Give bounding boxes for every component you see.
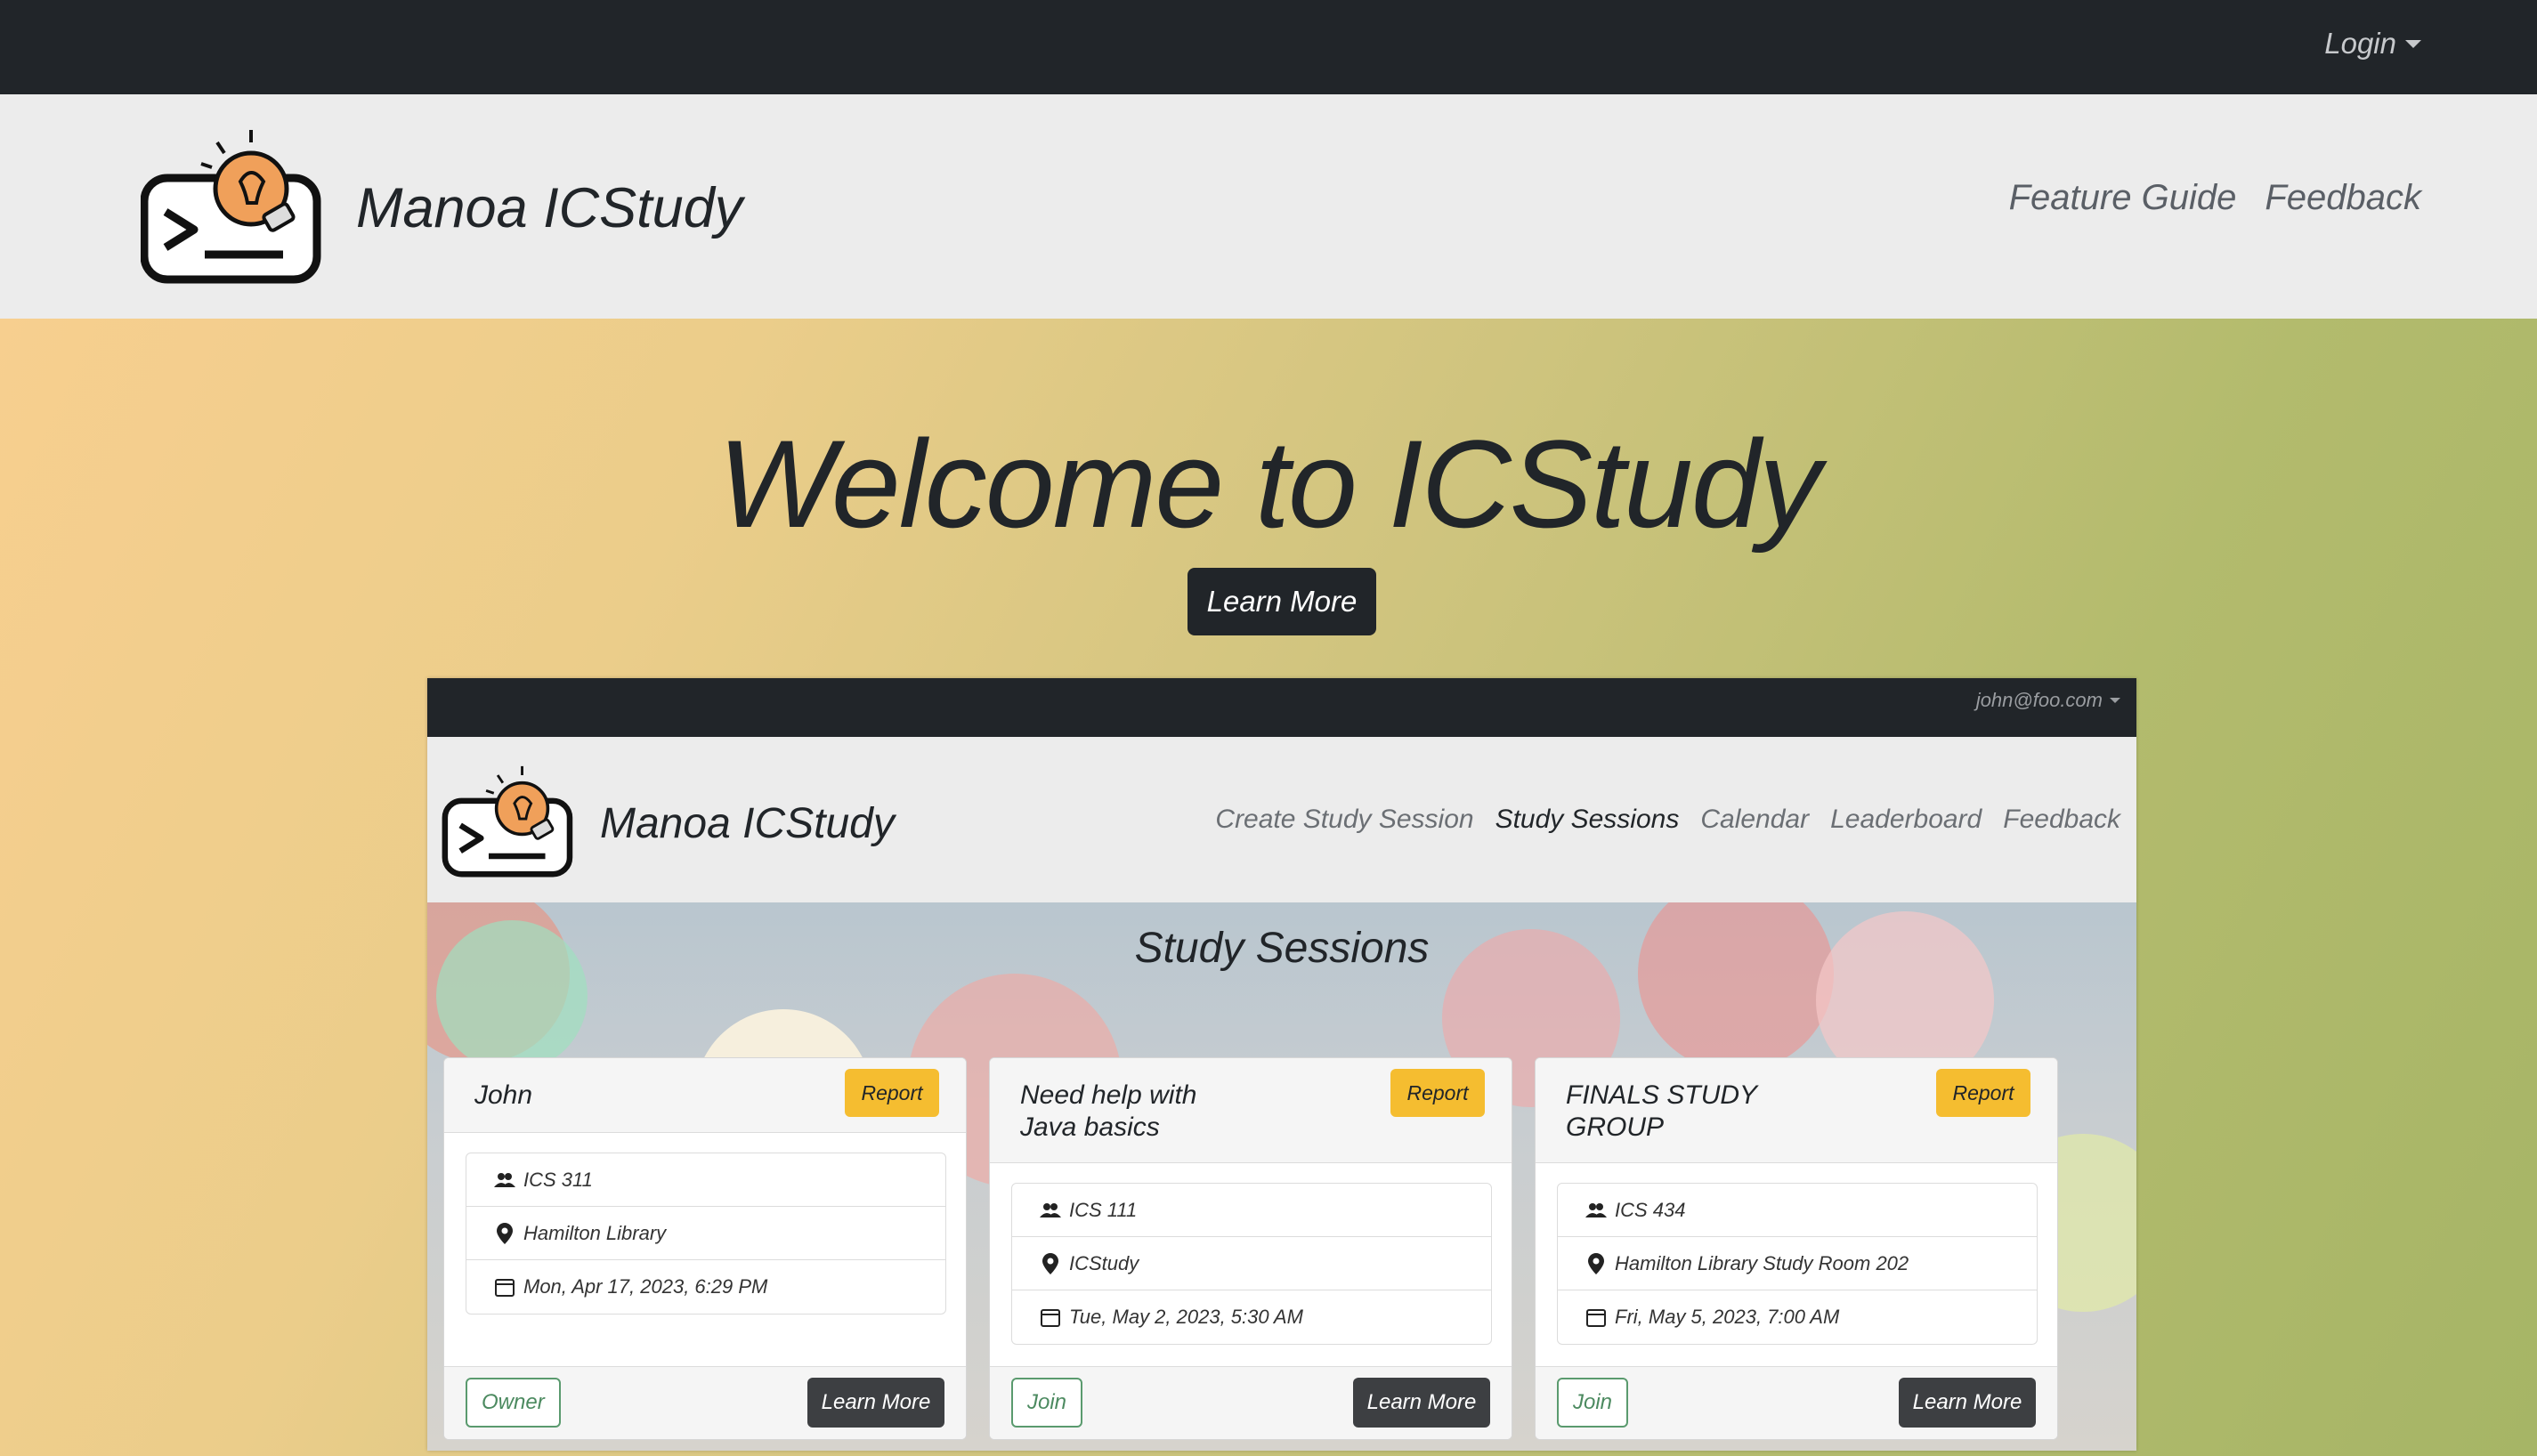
users-icon	[1585, 1199, 1608, 1222]
location-pin-icon	[1585, 1252, 1608, 1275]
list-item: ICS 111	[1012, 1184, 1491, 1237]
card-footer: Owner Learn More	[444, 1366, 966, 1439]
preview-brand-title: Manoa ICStudy	[600, 800, 895, 847]
card-header: FINALS STUDY GROUP Report	[1536, 1058, 2057, 1163]
card-location: ICStudy	[1069, 1251, 1139, 1274]
card-location: Hamilton Library Study Room 202	[1615, 1251, 1909, 1274]
card-course: ICS 311	[523, 1168, 593, 1191]
preview-nav: Create Study Session Study Sessions Cale…	[1215, 805, 2120, 835]
location-pin-icon	[1039, 1252, 1062, 1275]
list-item: Fri, May 5, 2023, 7:00 AM	[1558, 1290, 2037, 1344]
card-learn-more-button: Learn More	[807, 1378, 944, 1428]
list-item: Hamilton Library	[466, 1207, 945, 1260]
card-footer: Join Learn More	[990, 1366, 1512, 1439]
session-card: John Report ICS 311 Hamilton Library Mon…	[443, 1057, 967, 1440]
app-preview-image: john@foo.com Manoa ICStudy Create Study …	[427, 678, 2136, 1451]
calendar-icon	[1039, 1306, 1062, 1329]
card-header: John Report	[444, 1058, 966, 1133]
preview-header: Manoa ICStudy Create Study Session Study…	[427, 737, 2136, 902]
brand-title[interactable]: Manoa ICStudy	[356, 176, 742, 240]
card-details: ICS 311 Hamilton Library Mon, Apr 17, 20…	[466, 1153, 946, 1314]
learn-more-button[interactable]: Learn More	[1187, 568, 1376, 635]
logo-icon[interactable]	[141, 126, 323, 287]
preview-nav-feedback: Feedback	[2003, 805, 2120, 834]
preview-top-navbar: john@foo.com	[427, 678, 2136, 737]
session-card: Need help with Java basics Report ICS 11…	[989, 1057, 1512, 1440]
users-icon	[493, 1169, 516, 1192]
report-button: Report	[1936, 1069, 2030, 1117]
top-navbar: Login	[0, 0, 2537, 94]
card-datetime: Fri, May 5, 2023, 7:00 AM	[1615, 1306, 1840, 1328]
list-item: ICS 434	[1558, 1184, 2037, 1237]
hero-title: Welcome to ICStudy	[717, 414, 1820, 554]
nav-feature-guide[interactable]: Feature Guide	[2009, 178, 2237, 218]
card-title: FINALS STUDY GROUP	[1566, 1080, 1758, 1142]
list-item: Hamilton Library Study Room 202	[1558, 1237, 2037, 1290]
join-button: Join	[1557, 1378, 1629, 1428]
card-datetime: Mon, Apr 17, 2023, 6:29 PM	[523, 1275, 768, 1298]
main-header: Manoa ICStudy Feature Guide Feedback	[0, 94, 2537, 319]
login-dropdown[interactable]: Login	[2324, 27, 2421, 61]
join-button: Join	[1011, 1378, 1083, 1428]
preview-nav-calendar: Calendar	[1700, 805, 1810, 834]
preview-nav-create: Create Study Session	[1215, 805, 1474, 834]
list-item: ICStudy	[1012, 1237, 1491, 1290]
card-title: Need help with Java basics	[1020, 1080, 1197, 1142]
preview-user-email: john@foo.com	[1975, 689, 2103, 711]
preview-page-title: Study Sessions	[1134, 925, 1430, 972]
caret-down-icon	[2405, 39, 2421, 48]
session-card: FINALS STUDY GROUP Report ICS 434 Hamilt…	[1535, 1057, 2058, 1440]
card-details: ICS 111 ICStudy Tue, May 2, 2023, 5:30 A…	[1011, 1183, 1492, 1345]
caret-down-icon	[2110, 698, 2120, 703]
users-icon	[1039, 1199, 1062, 1222]
login-label: Login	[2324, 27, 2396, 60]
calendar-icon	[1585, 1306, 1608, 1329]
preview-user-dropdown: john@foo.com	[1976, 689, 2120, 712]
card-header: Need help with Java basics Report	[990, 1058, 1512, 1163]
list-item: Mon, Apr 17, 2023, 6:29 PM	[466, 1260, 945, 1314]
preview-logo-icon	[442, 765, 573, 878]
card-datetime: Tue, May 2, 2023, 5:30 AM	[1069, 1306, 1303, 1328]
card-footer: Join Learn More	[1536, 1366, 2057, 1439]
preview-nav-study-sessions: Study Sessions	[1495, 805, 1680, 834]
list-item: ICS 311	[466, 1153, 945, 1207]
list-item: Tue, May 2, 2023, 5:30 AM	[1012, 1290, 1491, 1344]
card-location: Hamilton Library	[523, 1221, 667, 1244]
card-learn-more-button: Learn More	[1899, 1378, 2036, 1428]
preview-body: Study Sessions John Report ICS 311 Hamil…	[427, 902, 2136, 1451]
card-details: ICS 434 Hamilton Library Study Room 202 …	[1557, 1183, 2038, 1345]
owner-button: Owner	[466, 1378, 561, 1428]
card-title: John	[474, 1080, 533, 1110]
card-course: ICS 111	[1069, 1198, 1138, 1221]
calendar-icon	[493, 1275, 516, 1298]
report-button: Report	[845, 1069, 939, 1117]
nav-feedback[interactable]: Feedback	[2265, 178, 2421, 218]
preview-nav-leaderboard: Leaderboard	[1830, 805, 1982, 834]
card-learn-more-button: Learn More	[1353, 1378, 1490, 1428]
card-course: ICS 434	[1615, 1198, 1686, 1221]
location-pin-icon	[493, 1222, 516, 1245]
header-nav: Feature Guide Feedback	[2009, 178, 2421, 218]
report-button: Report	[1390, 1069, 1485, 1117]
